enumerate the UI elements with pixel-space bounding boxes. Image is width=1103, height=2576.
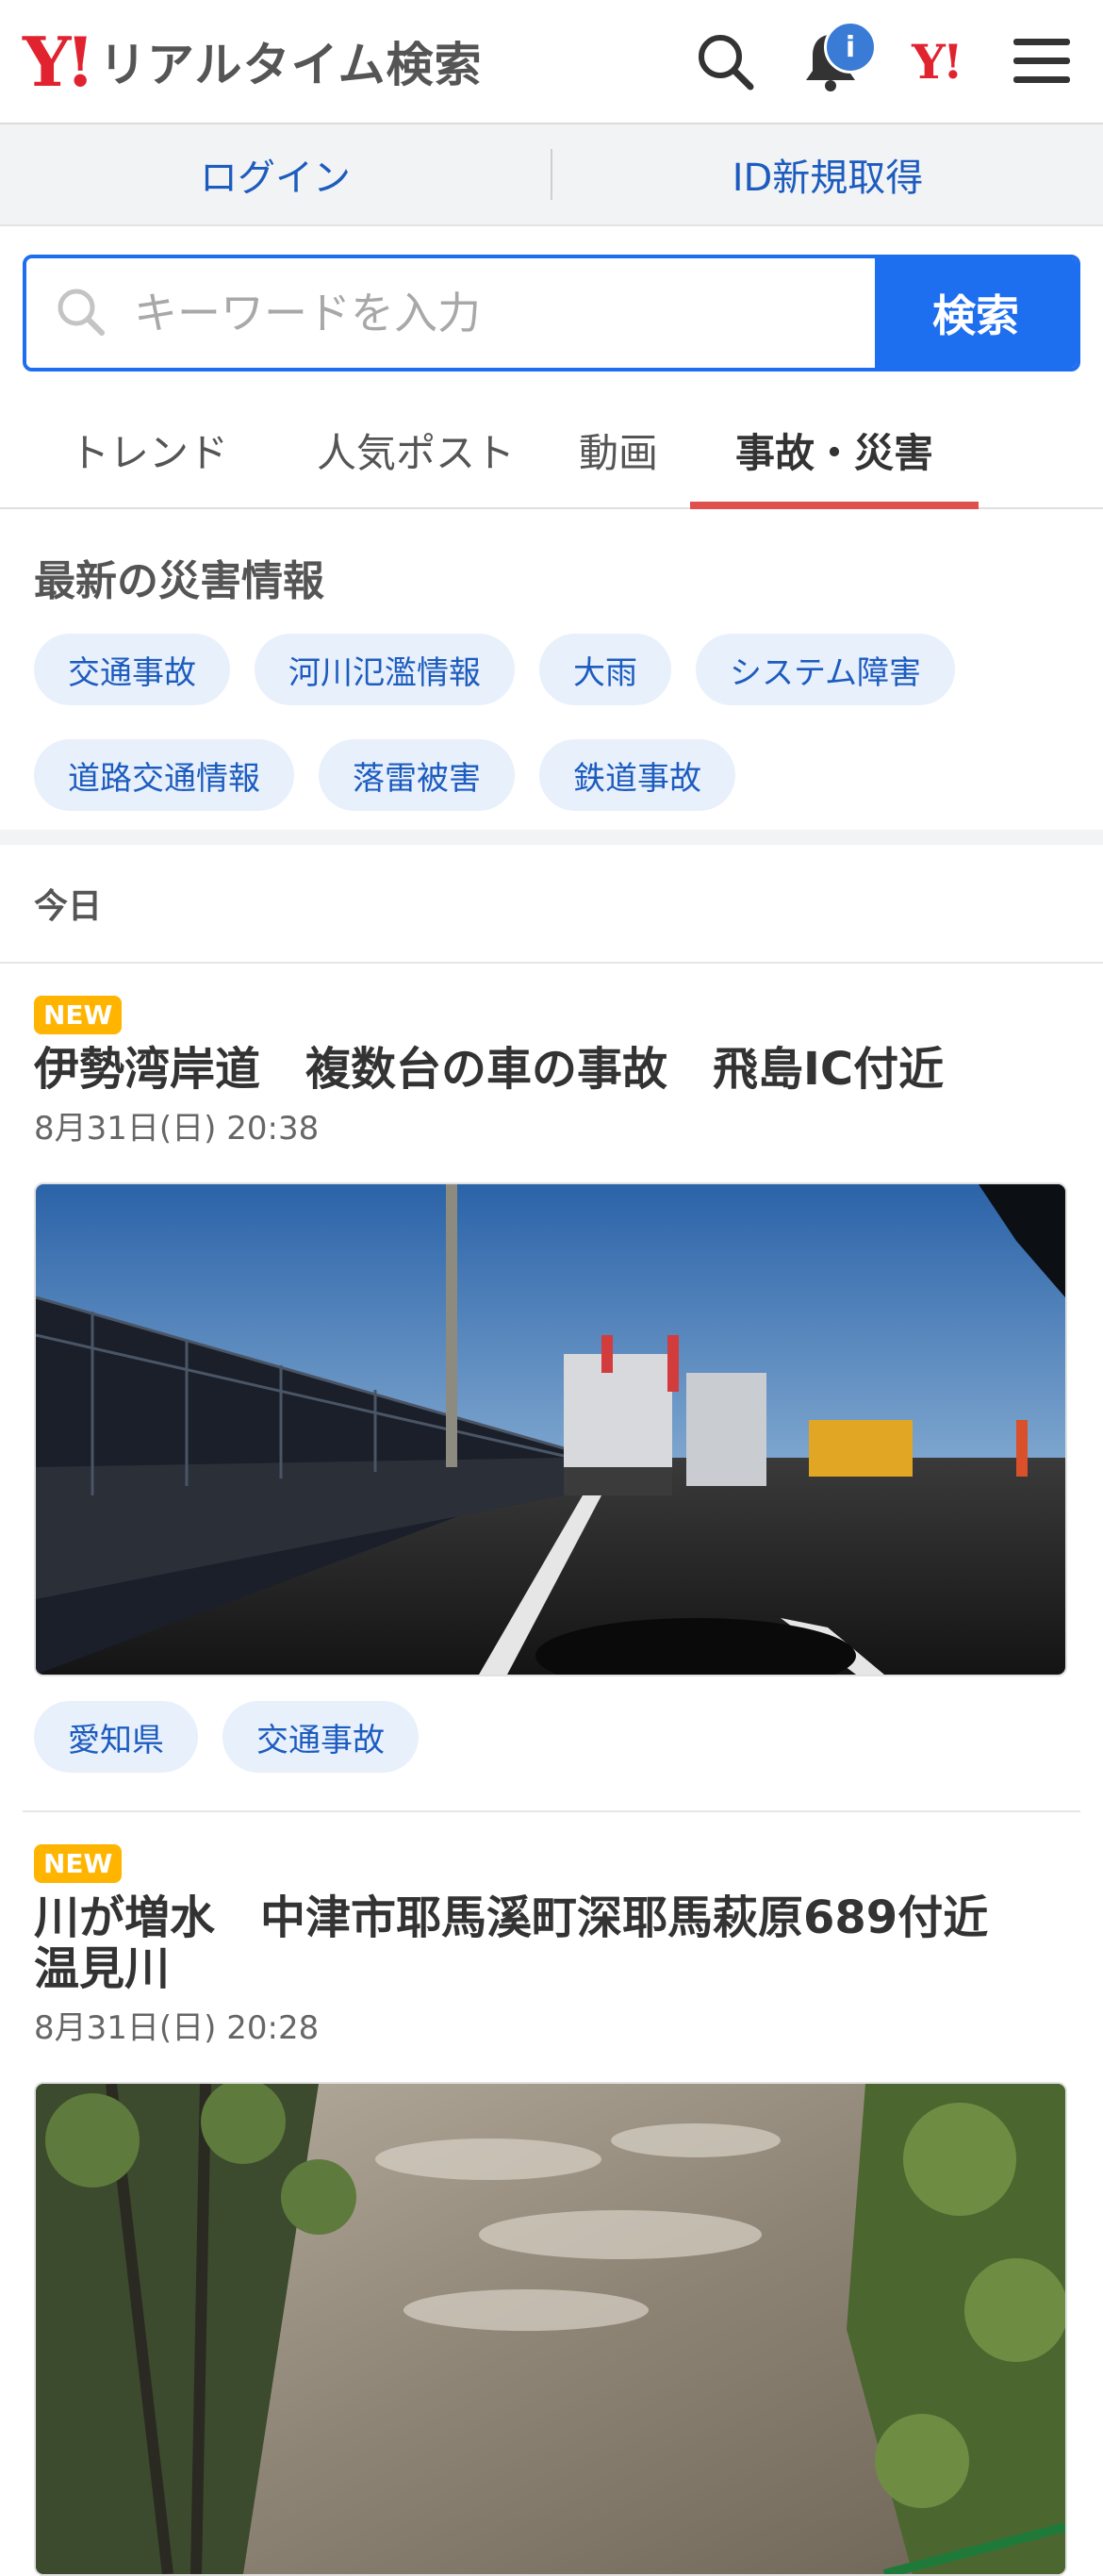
section-title: 最新の災害情報 xyxy=(34,557,324,605)
search-input[interactable] xyxy=(132,287,701,339)
search-box: 検索 xyxy=(23,255,1080,372)
disaster-tag[interactable]: 大雨 xyxy=(539,634,671,705)
news-image-river[interactable] xyxy=(34,2082,1067,2576)
disaster-info-section: 最新の災害情報 交通事故 河川氾濫情報 大雨 システム障害 道路交通情報 落雷被… xyxy=(0,509,1103,845)
news-image-highway[interactable] xyxy=(34,1182,1067,1676)
notification-badge: i xyxy=(824,21,877,74)
disaster-tag[interactable]: 交通事故 xyxy=(34,634,230,705)
login-link[interactable]: ログイン xyxy=(0,147,551,202)
disaster-tag[interactable]: 河川氾濫情報 xyxy=(255,634,515,705)
menu-icon[interactable] xyxy=(1009,28,1075,94)
tab-popular-posts[interactable]: 人気ポスト xyxy=(285,392,547,507)
category-tabs: トレンド 人気ポスト 動画 事故・災害 xyxy=(0,392,1103,509)
disaster-tag[interactable]: システム障害 xyxy=(696,634,955,705)
new-badge: NEW xyxy=(34,996,123,1034)
tab-accident-disaster[interactable]: 事故・災害 xyxy=(690,392,980,509)
signup-link[interactable]: ID新規取得 xyxy=(552,147,1103,202)
news-title[interactable]: 川が増水 中津市耶馬溪町深耶馬萩原689付近 温見川 xyxy=(34,1892,1069,1994)
tab-video[interactable]: 動画 xyxy=(547,392,690,507)
search-button[interactable]: 検索 xyxy=(875,258,1077,368)
news-timestamp: 8月31日(日) 20:38 xyxy=(34,1110,320,1148)
news-item[interactable]: NEW 川が増水 中津市耶馬溪町深耶馬萩原689付近 温見川 8月31日(日) … xyxy=(23,1810,1080,2576)
disaster-tag[interactable]: 道路交通情報 xyxy=(34,739,294,811)
yahoo-logo-mark: Y! xyxy=(23,21,95,102)
tab-trend[interactable]: トレンド xyxy=(38,392,285,507)
disaster-tag[interactable]: 落雷被害 xyxy=(319,739,515,811)
disaster-tag[interactable]: 鉄道事故 xyxy=(539,739,735,811)
news-tag[interactable]: 愛知県 xyxy=(34,1701,198,1773)
auth-bar: ログイン ID新規取得 xyxy=(0,124,1103,226)
news-title[interactable]: 伊勢湾岸道 複数台の車の事故 飛島IC付近 xyxy=(34,1044,1069,1095)
app-header: Y! リアルタイム検索 i Y! xyxy=(0,0,1103,124)
news-tag[interactable]: 交通事故 xyxy=(222,1701,419,1773)
brand-logo[interactable]: Y! リアルタイム検索 xyxy=(23,22,483,102)
search-field-icon xyxy=(55,286,106,340)
app-title: リアルタイム検索 xyxy=(99,38,483,92)
day-label: 今日 xyxy=(0,845,1103,964)
yahoo-icon[interactable]: Y! xyxy=(903,28,969,94)
bell-icon[interactable]: i xyxy=(798,21,877,94)
news-item[interactable]: NEW 伊勢湾岸道 複数台の車の事故 飛島IC付近 8月31日(日) 20:38 xyxy=(0,964,1103,1810)
search-icon[interactable] xyxy=(692,28,758,94)
news-timestamp: 8月31日(日) 20:28 xyxy=(34,2009,320,2047)
new-badge: NEW xyxy=(34,1844,123,1883)
